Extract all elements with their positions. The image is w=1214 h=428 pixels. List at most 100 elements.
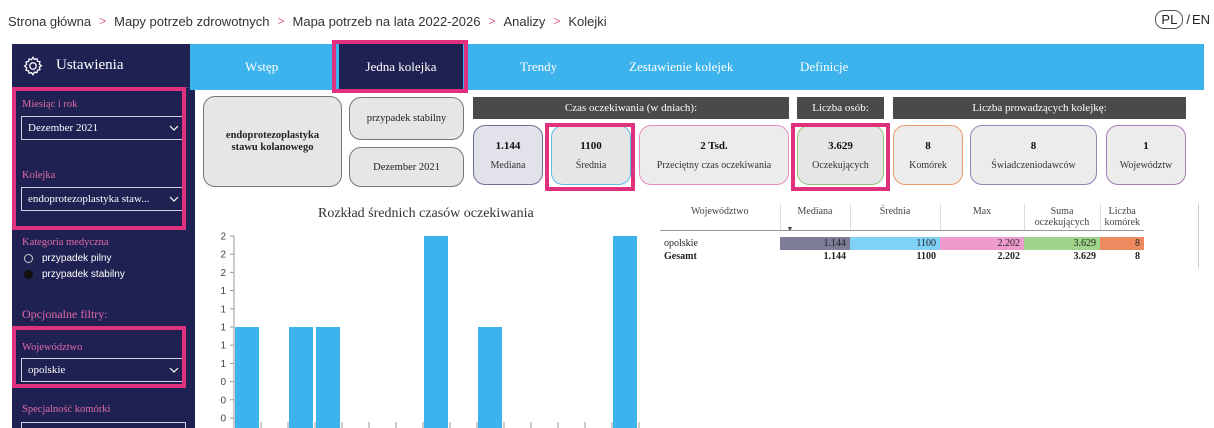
wait-time-header: Czas oczekiwania (w dniach): [473, 97, 789, 119]
breadcrumb-map-2022[interactable]: Mapa potrzeb na lata 2022-2026 [293, 14, 481, 29]
cell-mean: 1100 [850, 236, 940, 250]
total-mean: 1100 [916, 250, 936, 262]
y-tick-label: 1 [220, 304, 226, 315]
specialty-select[interactable] [21, 422, 186, 428]
bar [424, 236, 448, 428]
sidebar-header: Ustawienia [12, 44, 195, 88]
col-voivodeship[interactable]: Województwo [660, 204, 781, 231]
y-tick-label: 0 [220, 395, 226, 406]
cells-value: 8 [925, 139, 931, 152]
voivodeships-value: 1 [1143, 139, 1149, 152]
radio-urgent[interactable]: przypadek pilny [24, 253, 111, 264]
gear-icon[interactable] [22, 55, 44, 77]
cell-sum-waiting: 3.629 [1024, 236, 1100, 250]
stat-cells: 8 Komórek [893, 125, 963, 185]
voivodeships-label: Województw [1119, 159, 1173, 171]
breadcrumb: Strona główna > Mapy potrzeb zdrowotnych… [8, 11, 607, 31]
highlight-box [332, 40, 468, 93]
radio-circle-selected[interactable] [24, 270, 33, 279]
stat-providers: 8 Świadczeniodawców [970, 125, 1097, 185]
breadcrumb-separator: > [99, 14, 107, 28]
summary-table: Województwo Mediana ▼ Średnia Max Suma o… [660, 204, 1145, 263]
stat-average-wait: 2 Tsd. Przeciętny czas oczekiwania [639, 125, 789, 185]
y-tick-label: 1 [220, 341, 226, 352]
median-value: 1.144 [495, 139, 521, 152]
col-cell-count[interactable]: Liczba komórek [1100, 204, 1145, 231]
breadcrumb-queues: Kolejki [568, 13, 607, 29]
cell-voivodeship: opolskie [664, 237, 698, 249]
breadcrumb-maps[interactable]: Mapy potrzeb zdrowotnych [114, 14, 269, 29]
radio-stable[interactable]: przypadek stabilny [24, 269, 125, 280]
category-label: Kategoria medyczna [22, 237, 109, 248]
average-wait-value: 2 Tsd. [700, 139, 728, 152]
date-value: Dezember 2021 [373, 161, 440, 173]
median-label: Mediana [490, 159, 526, 171]
breadcrumb-home[interactable]: Strona główna [8, 14, 91, 29]
date-box: Dezember 2021 [349, 147, 464, 187]
sort-desc-icon[interactable]: ▼ [787, 225, 794, 233]
highlight-box [545, 123, 635, 191]
providers-header: Liczba prowadzących kolejkę: [893, 97, 1186, 119]
col-median-label: Mediana [797, 206, 833, 217]
cell-median: 1.144 [780, 236, 850, 250]
lang-separator: / [1186, 12, 1190, 27]
total-max: 2.202 [997, 250, 1021, 262]
tab-intro[interactable]: Wstęp [245, 44, 278, 90]
table-divider [1198, 204, 1199, 268]
tab-trends[interactable]: Trendy [520, 44, 557, 90]
optional-filters-label: Opcjonalne filtry: [22, 307, 108, 321]
procedure-name: endoprotezoplastyka stawu kolanowego [225, 129, 320, 153]
bar-chart: 2 2 2 1 1 1 1 1 0 0 0 [220, 232, 640, 428]
tab-definitions[interactable]: Definicje [800, 44, 848, 90]
col-max[interactable]: Max [940, 204, 1025, 231]
breadcrumb-separator: > [488, 14, 496, 28]
total-label: Gesamt [664, 250, 697, 262]
y-tick-label: 0 [220, 414, 226, 425]
lang-pl[interactable]: PL [1155, 10, 1184, 29]
providers-value: 8 [1030, 139, 1037, 152]
y-tick-label: 1 [220, 286, 226, 297]
y-tick-label: 0 [220, 377, 226, 388]
case-type-box: przypadek stabilny [349, 97, 464, 140]
col-median[interactable]: Mediana ▼ [780, 204, 851, 233]
highlight-box [12, 87, 186, 230]
highlight-box [12, 326, 186, 388]
cell-cell-count: 8 [1100, 236, 1145, 250]
breadcrumb-analyses[interactable]: Analizy [503, 14, 545, 29]
breadcrumb-separator: > [277, 14, 285, 28]
bar [235, 327, 259, 428]
y-tick-label: 2 [220, 250, 226, 261]
stat-voivodeships: 1 Województw [1106, 125, 1186, 185]
persons-header: Liczba osób: [797, 97, 884, 119]
y-tick-label: 2 [220, 268, 226, 279]
chart-title: Rozkład średnich czasów oczekiwania [318, 206, 534, 221]
y-tick-label: 2 [220, 232, 226, 243]
cells-label: Komórek [909, 159, 947, 171]
y-tick-label: 1 [220, 359, 226, 370]
y-tick-label: 1 [220, 323, 226, 334]
total-median: 1.144 [823, 250, 847, 262]
sidebar-title: Ustawienia [56, 57, 124, 73]
total-cell-count: 8 [1135, 250, 1141, 262]
lang-en[interactable]: EN [1192, 12, 1210, 27]
col-mean[interactable]: Średnia [850, 204, 941, 231]
radio-circle[interactable] [24, 254, 33, 263]
highlight-box [791, 123, 890, 191]
bar [613, 236, 637, 428]
language-switcher: PL / EN [1155, 10, 1210, 29]
cell-max: 2.202 [940, 236, 1024, 250]
radio-stable-label: przypadek stabilny [42, 269, 125, 280]
average-wait-label: Przeciętny czas oczekiwania [656, 159, 772, 171]
breadcrumb-separator: > [553, 14, 561, 28]
bar [289, 327, 313, 428]
table-total-row: Gesamt 1.144 1100 2.202 3.629 8 [660, 250, 1144, 263]
total-sum-waiting: 3.629 [1073, 250, 1097, 262]
providers-label: Świadczeniodawców [991, 159, 1076, 171]
procedure-box: endoprotezoplastyka stawu kolanowego [203, 96, 342, 187]
tab-queue-summary[interactable]: Zestawienie kolejek [629, 44, 733, 90]
case-type: przypadek stabilny [366, 113, 447, 124]
col-sum-waiting[interactable]: Suma oczekujących [1024, 204, 1101, 231]
radio-urgent-label: przypadek pilny [42, 253, 112, 264]
table-row: opolskie 1.144 1100 2.202 3.629 8 [660, 236, 1145, 250]
table-header-row: Województwo Mediana ▼ Średnia Max Suma o… [660, 204, 1145, 233]
